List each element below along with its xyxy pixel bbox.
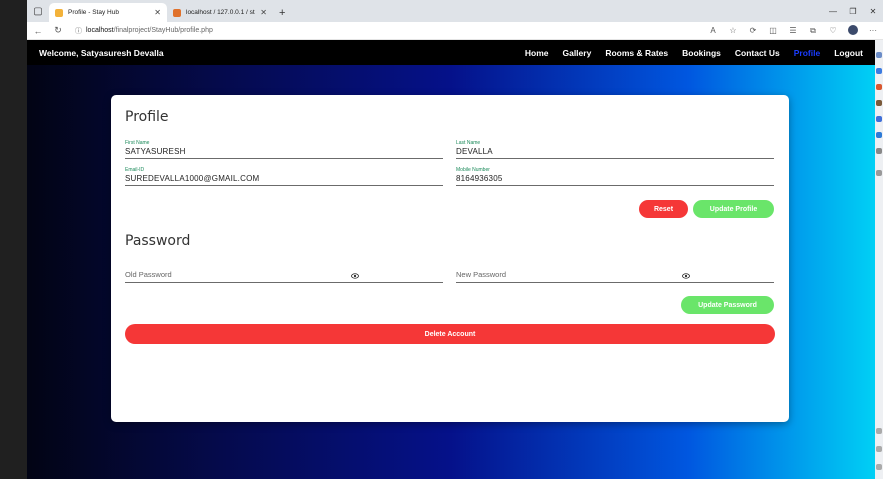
copilot-icon[interactable] <box>876 68 882 74</box>
office-icon[interactable] <box>876 116 882 122</box>
browser-toolbar: A ☆ ⟳ ◫ ☰ ⧉ ♡ ··· <box>707 24 879 37</box>
favorite-star-icon[interactable]: ☆ <box>727 26 739 35</box>
nav-profile[interactable]: Profile <box>794 48 820 58</box>
page-viewport: Welcome, Satyasuresh Devalla Home Galler… <box>27 40 875 479</box>
site-navbar: Welcome, Satyasuresh Devalla Home Galler… <box>27 40 875 65</box>
games-icon[interactable] <box>876 100 882 106</box>
new-password-placeholder: New Password <box>456 270 507 279</box>
show-password-eye-icon[interactable] <box>351 272 359 280</box>
sidebar-layout-icon[interactable] <box>876 428 882 434</box>
tab-phpmyadmin[interactable]: localhost / 127.0.0.1 / stayhub / ... ✕ <box>167 3 273 22</box>
more-menu-icon[interactable]: ··· <box>867 26 879 35</box>
window-controls: — ❐ ✕ <box>823 0 883 22</box>
tab-strip: ▢ Profile - Stay Hub ✕ localhost / 127.0… <box>27 0 883 22</box>
old-password-placeholder: Old Password <box>125 270 172 279</box>
nav-bookings[interactable]: Bookings <box>682 48 721 58</box>
favorites-icon[interactable]: ☰ <box>787 26 799 35</box>
tab-profile[interactable]: Profile - Stay Hub ✕ <box>49 3 167 22</box>
extensions-icon[interactable]: ⟳ <box>747 26 759 35</box>
old-password-input[interactable]: Old Password <box>125 268 443 283</box>
read-aloud-icon[interactable]: A <box>707 26 719 35</box>
last-name-field[interactable]: Last Name DEVALLA <box>456 140 774 159</box>
close-window-icon[interactable]: ✕ <box>863 0 883 22</box>
info-icon[interactable]: ⓘ <box>75 26 82 36</box>
nav-gallery[interactable]: Gallery <box>562 48 591 58</box>
email-field[interactable]: Email-ID SUREDEVALLA1000@GMAIL.COM <box>125 167 443 186</box>
tab-title: localhost / 127.0.0.1 / stayhub / ... <box>186 9 255 16</box>
add-sidebar-icon[interactable] <box>876 170 882 176</box>
password-heading: Password <box>125 233 191 249</box>
last-name-label: Last Name <box>456 140 481 146</box>
minimize-icon[interactable]: — <box>823 0 843 22</box>
browser-window: ▢ Profile - Stay Hub ✕ localhost / 127.0… <box>27 0 883 479</box>
collections-icon[interactable]: ⧉ <box>807 26 819 36</box>
welcome-text: Welcome, Satyasuresh Devalla <box>39 47 164 58</box>
sidebar-settings-icon[interactable] <box>876 464 882 470</box>
mobile-label: Mobile Number <box>456 167 490 173</box>
tools-icon[interactable] <box>876 84 882 90</box>
address-bar: ← ↻ ⓘ localhost/finalproject/StayHub/pro… <box>27 22 883 40</box>
nav-logout[interactable]: Logout <box>834 48 863 58</box>
update-profile-button[interactable]: Update Profile <box>693 200 774 218</box>
url-field[interactable]: ⓘ localhost/finalproject/StayHub/profile… <box>75 26 213 36</box>
tab-actions-icon[interactable]: ▢ <box>27 0 49 22</box>
close-tab-icon[interactable]: ✕ <box>260 8 267 17</box>
favicon-icon <box>55 8 63 17</box>
sidebar-app-icon[interactable] <box>876 148 882 154</box>
new-tab-icon[interactable]: + <box>273 3 291 22</box>
close-tab-icon[interactable]: ✕ <box>154 8 161 17</box>
edge-sidebar <box>875 40 883 479</box>
mobile-value: 8164936305 <box>456 174 503 183</box>
nav-contact-us[interactable]: Contact Us <box>735 48 780 58</box>
update-password-button[interactable]: Update Password <box>681 296 774 314</box>
email-label: Email-ID <box>125 167 145 173</box>
outlook-icon[interactable] <box>876 132 882 138</box>
email-value: SUREDEVALLA1000@GMAIL.COM <box>125 174 260 183</box>
url-path: /finalproject/StayHub/profile.php <box>113 27 213 34</box>
last-name-value: DEVALLA <box>456 147 493 156</box>
restore-icon[interactable]: ❐ <box>843 0 863 22</box>
reset-button[interactable]: Reset <box>639 200 688 218</box>
search-icon[interactable] <box>876 52 882 58</box>
delete-account-button[interactable]: Delete Account <box>125 324 775 344</box>
url-host: localhost <box>86 27 114 34</box>
sidebar-hide-icon[interactable] <box>876 446 882 452</box>
nav-rooms-rates[interactable]: Rooms & Rates <box>605 48 668 58</box>
profile-heading: Profile <box>125 109 169 125</box>
profile-card: Profile First Name SATYASURESH Last Name… <box>111 95 789 422</box>
first-name-label: First Name <box>125 140 150 146</box>
browser-essentials-icon[interactable]: ♡ <box>827 26 839 35</box>
profile-avatar[interactable] <box>847 24 859 37</box>
left-desktop-strip <box>0 0 27 479</box>
first-name-field[interactable]: First Name SATYASURESH <box>125 140 443 159</box>
nav-links: Home Gallery Rooms & Rates Bookings Cont… <box>525 48 863 58</box>
nav-home[interactable]: Home <box>525 48 549 58</box>
mobile-field[interactable]: Mobile Number 8164936305 <box>456 167 774 186</box>
refresh-icon[interactable]: ↻ <box>51 25 65 36</box>
favicon-icon <box>173 8 181 17</box>
first-name-value: SATYASURESH <box>125 147 186 156</box>
split-screen-icon[interactable]: ◫ <box>767 26 779 35</box>
tab-title: Profile - Stay Hub <box>68 9 119 16</box>
show-password-eye-icon[interactable] <box>682 272 690 280</box>
new-password-input[interactable]: New Password <box>456 268 774 283</box>
back-icon[interactable]: ← <box>31 26 45 36</box>
